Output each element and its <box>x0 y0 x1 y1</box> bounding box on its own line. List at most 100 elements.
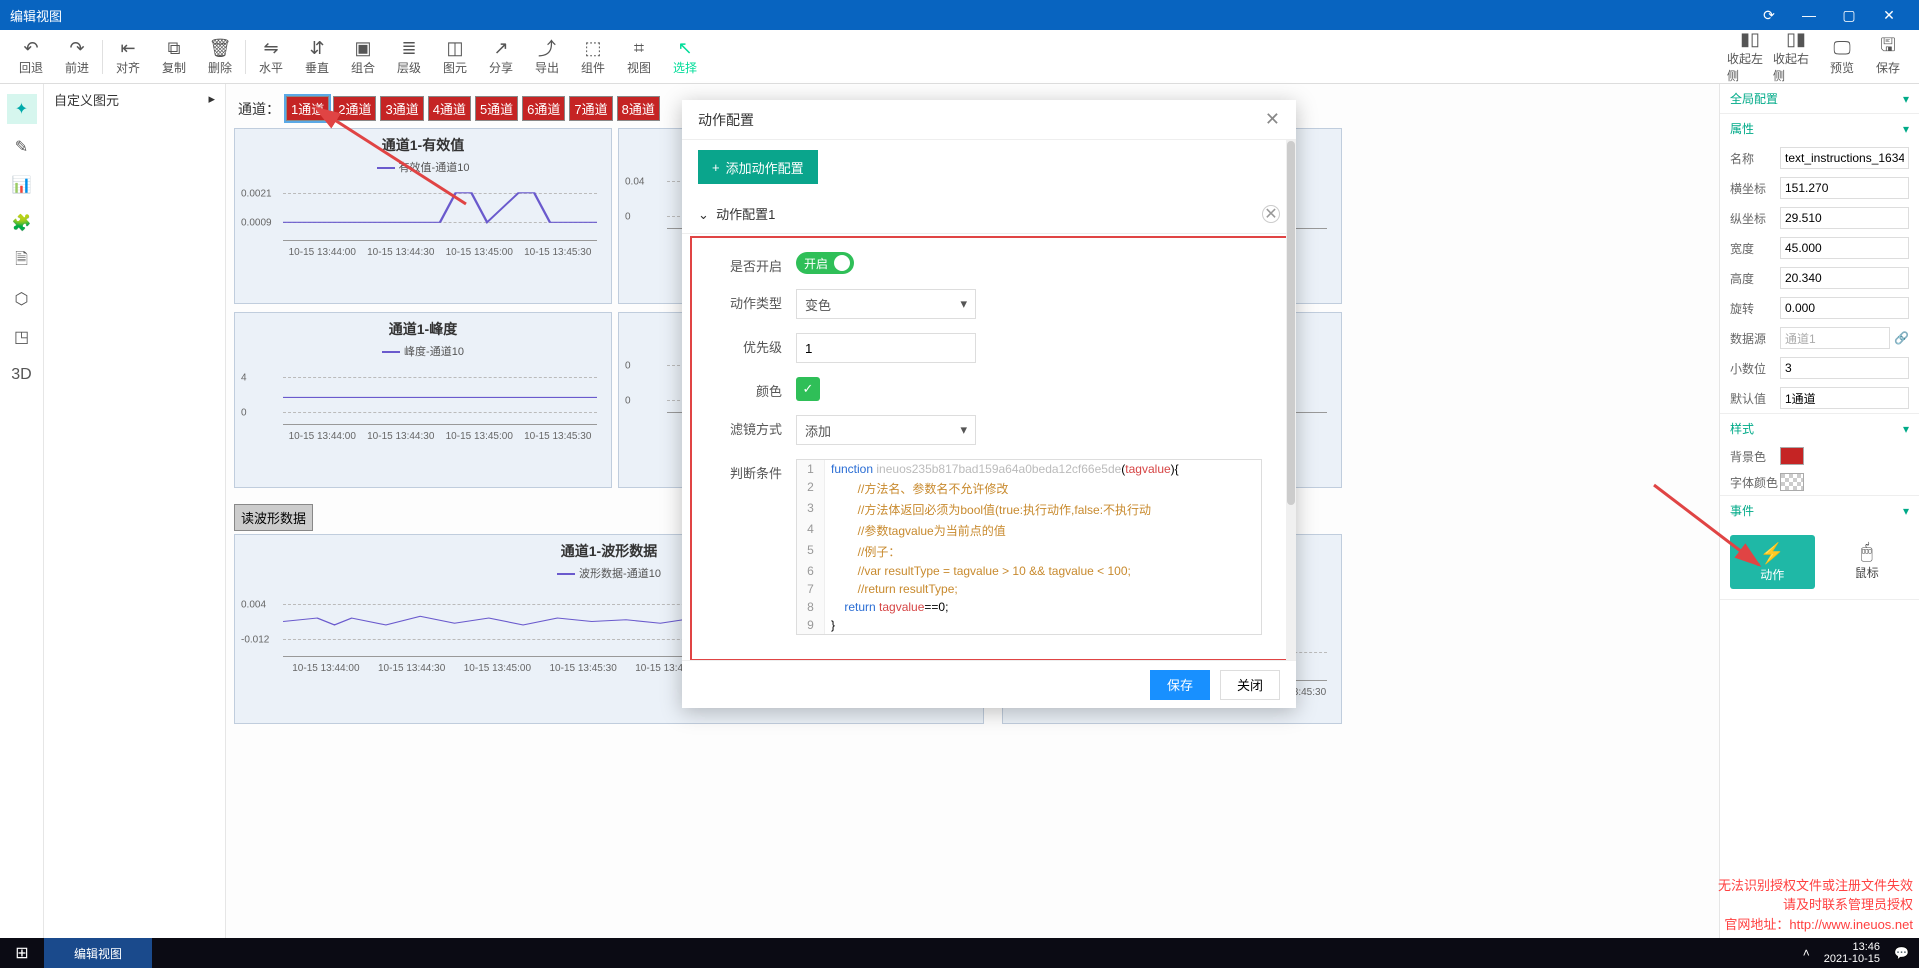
prop-name-input[interactable] <box>1780 147 1909 169</box>
taskbar-clock[interactable]: 13:462021-10-15 <box>1824 941 1880 965</box>
modal-close-button[interactable]: 关闭 <box>1220 670 1280 700</box>
redo-icon: ↷ <box>69 37 84 59</box>
align-button[interactable]: ⇤对齐 <box>105 32 151 82</box>
export-button[interactable]: ⤴导出 <box>524 32 570 82</box>
prop-y-input[interactable] <box>1780 207 1909 229</box>
view2d-icon: ⌗ <box>634 37 644 59</box>
modal-scrollbar[interactable] <box>1286 140 1296 660</box>
license-error: 无法识别授权文件或注册文件失效 请及时联系管理员授权 官网地址：http://w… <box>1718 876 1913 935</box>
prop-width-input[interactable] <box>1780 237 1909 259</box>
collapse-left-button[interactable]: ▮▯收起左侧 <box>1727 32 1773 82</box>
channel-7[interactable]: 7通道 <box>569 96 612 121</box>
panel-left-icon: ▮▯ <box>1740 29 1760 50</box>
channel-6[interactable]: 6通道 <box>522 96 565 121</box>
event-action-button[interactable]: ⚡动作 <box>1730 535 1815 589</box>
maximize-icon[interactable]: ▢ <box>1829 7 1869 24</box>
select-button[interactable]: ↖选择 <box>662 32 708 82</box>
modal-close-icon[interactable]: ✕ <box>1265 109 1280 130</box>
bg-color-picker[interactable] <box>1780 447 1804 465</box>
chevron-down-icon: ▾ <box>1903 504 1909 518</box>
section-props[interactable]: 属性▾ <box>1720 114 1919 143</box>
close-icon[interactable]: ✕ <box>1869 7 1909 24</box>
condition-code-editor[interactable]: 1function ineuos235b817bad159a64a0beda12… <box>796 459 1262 635</box>
app-titlebar: 编辑视图 ⟳ — ▢ ✕ <box>0 0 1919 30</box>
prop-x-input[interactable] <box>1780 177 1909 199</box>
vflip-button[interactable]: ⇵垂直 <box>294 32 340 82</box>
element-icon: ◫ <box>446 37 463 59</box>
share-button[interactable]: ↗分享 <box>478 32 524 82</box>
chart-1-kurtosis[interactable]: 通道1-峰度 峰度-通道10 4 0 10-15 13:44:00 10-15 … <box>234 312 612 488</box>
enable-switch[interactable]: 开启 <box>796 252 854 274</box>
save-icon: 🖫 <box>1880 37 1895 59</box>
save-button[interactable]: 🖫保存 <box>1865 32 1911 82</box>
section-style[interactable]: 样式▾ <box>1720 414 1919 443</box>
start-button[interactable]: ⊞ <box>0 943 44 963</box>
section-events[interactable]: 事件▾ <box>1720 496 1919 525</box>
chart-icon[interactable]: 📊 <box>7 170 37 200</box>
color-picker[interactable]: ✓ <box>796 377 820 401</box>
chart-1-valid[interactable]: 通道1-有效值 有效值-通道10 0.0021 0.0009 10-15 13:… <box>234 128 612 304</box>
3d-icon[interactable]: 3D <box>7 360 37 390</box>
forward-button[interactable]: ↷前进 <box>54 32 100 82</box>
channel-5[interactable]: 5通道 <box>475 96 518 121</box>
component-button[interactable]: ⬚组件 <box>570 32 616 82</box>
layer-button[interactable]: ≣层级 <box>386 32 432 82</box>
cube3d-icon[interactable]: ⬡ <box>7 284 37 314</box>
modal-title: 动作配置 <box>698 110 754 130</box>
monitor-icon: 🖵 <box>1833 37 1850 59</box>
wand-icon[interactable]: ✎ <box>7 132 37 162</box>
tree-root[interactable]: 自定义图元 ▸ <box>44 84 225 114</box>
priority-input[interactable] <box>796 333 976 363</box>
chevron-down-icon: ▾ <box>1903 422 1909 436</box>
chevron-down-icon: ▾ <box>960 422 967 438</box>
hflip-button[interactable]: ⇋水平 <box>248 32 294 82</box>
notification-icon[interactable]: 💬 <box>1894 946 1909 960</box>
read-wave-button[interactable]: 读波形数据 <box>234 504 313 531</box>
filter-mode-select[interactable]: 添加▾ <box>796 415 976 445</box>
link-icon[interactable]: 🔗 <box>1894 331 1909 345</box>
box-icon[interactable]: ◳ <box>7 322 37 352</box>
add-action-button[interactable]: +添加动作配置 <box>698 150 818 184</box>
channel-4[interactable]: 4通道 <box>428 96 471 121</box>
refresh-icon[interactable]: ⟳ <box>1749 7 1789 24</box>
minimize-icon[interactable]: — <box>1789 7 1829 23</box>
prop-height-input[interactable] <box>1780 267 1909 289</box>
taskbar: ⊞ 编辑视图 ˄ 13:462021-10-15 💬 <box>0 938 1919 968</box>
collapse-right-button[interactable]: ▯▮收起右侧 <box>1773 32 1819 82</box>
accordion-header-1[interactable]: ⌄ 动作配置1 ✕ <box>682 194 1296 234</box>
action-type-select[interactable]: 变色▾ <box>796 289 976 319</box>
back-button[interactable]: ↶回退 <box>8 32 54 82</box>
group-button[interactable]: ▣组合 <box>340 32 386 82</box>
chevron-down-icon: ▾ <box>1903 92 1909 106</box>
element-button[interactable]: ◫图元 <box>432 32 478 82</box>
cube-icon: ⬚ <box>584 37 601 59</box>
channel-row: 通道： 1通道 2通道 3通道 4通道 5通道 6通道 7通道 8通道 <box>238 96 664 121</box>
view-button[interactable]: ⌗视图 <box>616 32 662 82</box>
prop-default-input[interactable] <box>1780 387 1909 409</box>
prop-rotation-input[interactable] <box>1780 297 1909 319</box>
channel-2[interactable]: 2通道 <box>333 96 376 121</box>
puzzle-icon[interactable]: 🧩 <box>7 208 37 238</box>
modal-save-button[interactable]: 保存 <box>1150 670 1210 700</box>
delete-button[interactable]: 🗑删除 <box>197 32 243 82</box>
delete-action-icon[interactable]: ✕ <box>1262 205 1280 223</box>
taskbar-app[interactable]: 编辑视图 <box>44 938 152 968</box>
event-mouse-button[interactable]: 🖱鼠标 <box>1825 535 1910 589</box>
panel-right-icon: ▯▮ <box>1786 29 1806 50</box>
channel-8[interactable]: 8通道 <box>617 96 660 121</box>
font-color-picker[interactable] <box>1780 473 1804 491</box>
cursor-icon: ↖ <box>677 37 692 59</box>
channel-3[interactable]: 3通道 <box>380 96 423 121</box>
lightning-icon: ⚡ <box>1760 541 1785 566</box>
section-global[interactable]: 全局配置▾ <box>1720 84 1919 113</box>
prop-decimal-input[interactable] <box>1780 357 1909 379</box>
accordion-body-1: 是否开启 开启 动作类型 变色▾ 优先级 颜色 ✓ 滤镜方式 添加▾ 判断条件 <box>690 236 1288 660</box>
tray-up-icon[interactable]: ˄ <box>1803 946 1810 960</box>
channel-1[interactable]: 1通道 <box>286 96 329 121</box>
mouse-icon: 🖱 <box>1861 541 1873 564</box>
shapes-icon[interactable]: ✦ <box>7 94 37 124</box>
copy-button[interactable]: ⧉复制 <box>151 32 197 82</box>
doc-icon[interactable]: 🗎 <box>7 246 37 276</box>
preview-button[interactable]: 🖵预览 <box>1819 32 1865 82</box>
prop-datasource-input[interactable] <box>1780 327 1890 349</box>
